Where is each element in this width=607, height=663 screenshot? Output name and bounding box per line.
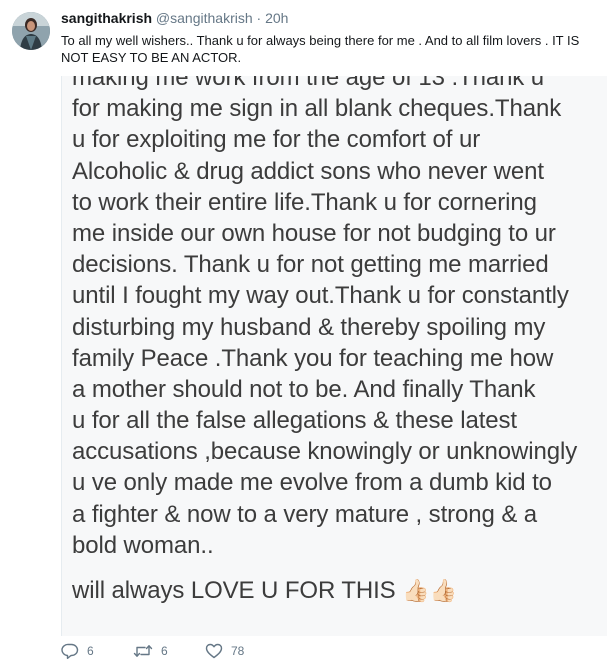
- image-line: Alcoholic & drug addict sons who never w…: [72, 157, 544, 185]
- retweet-count: 6: [161, 644, 168, 658]
- avatar[interactable]: [12, 12, 50, 50]
- image-line: until I fought my way out.Thank u for co…: [72, 282, 569, 310]
- like-button[interactable]: 78: [205, 643, 285, 659]
- image-text-block: making me work from the age of 13 .Thank…: [72, 76, 607, 606]
- user-handle[interactable]: @sangithakrish: [156, 10, 253, 26]
- reply-icon: [61, 643, 79, 659]
- like-count: 78: [231, 644, 245, 658]
- image-line: u ve only made me evolve from a dumb kid…: [72, 469, 552, 497]
- tweet-text: To all my well wishers.. Thank u for alw…: [61, 33, 580, 65]
- tweet-actions: 6 6 78: [61, 640, 285, 662]
- tweet: sangithakrish @sangithakrish · 20h To al…: [0, 0, 607, 663]
- image-line: u for all the false allegations & these …: [72, 407, 518, 435]
- image-line: family Peace .Thank you for teaching me …: [72, 344, 554, 372]
- image-line: bold woman..: [72, 531, 214, 559]
- timestamp[interactable]: 20h: [265, 10, 288, 26]
- image-line: for making me sign in all blank cheques.…: [72, 95, 562, 123]
- image-line: a fighter & now to a very mature , stron…: [72, 500, 538, 528]
- display-name[interactable]: sangithakrish: [61, 10, 152, 26]
- image-line: a mother should not to be. And finally T…: [72, 375, 536, 403]
- reply-count: 6: [87, 644, 94, 658]
- retweet-icon: [133, 645, 153, 657]
- image-last-line-text: will always LOVE U FOR THIS: [72, 577, 396, 604]
- image-line: making me work from the age of 13 .Thank…: [72, 76, 545, 91]
- retweet-button[interactable]: 6: [133, 643, 201, 659]
- image-line: accusations ,because knowingly or unknow…: [72, 438, 578, 466]
- image-line: me inside our own house for not budging …: [72, 219, 556, 247]
- image-line: u for exploiting me for the comfort of u…: [72, 126, 481, 154]
- reply-button[interactable]: 6: [61, 643, 129, 659]
- image-line-gap: [72, 561, 607, 575]
- image-line: decisions. Thank u for not getting me ma…: [72, 251, 549, 279]
- image-line-last: will always LOVE U FOR THIS 👍🏻👍🏻: [72, 575, 607, 606]
- separator-dot: ·: [256, 10, 262, 26]
- heart-icon: [205, 643, 223, 659]
- thumbs-up-emoji: 👍🏻👍🏻: [402, 578, 457, 603]
- profile-photo-icon: [12, 12, 50, 50]
- image-line: disturbing my husband & thereby spoiling…: [72, 313, 546, 341]
- image-line: to work their entire life.Thank u for co…: [72, 188, 537, 216]
- tweet-header: sangithakrish @sangithakrish · 20h: [61, 9, 288, 27]
- tweet-image[interactable]: making me work from the age of 13 .Thank…: [61, 76, 607, 636]
